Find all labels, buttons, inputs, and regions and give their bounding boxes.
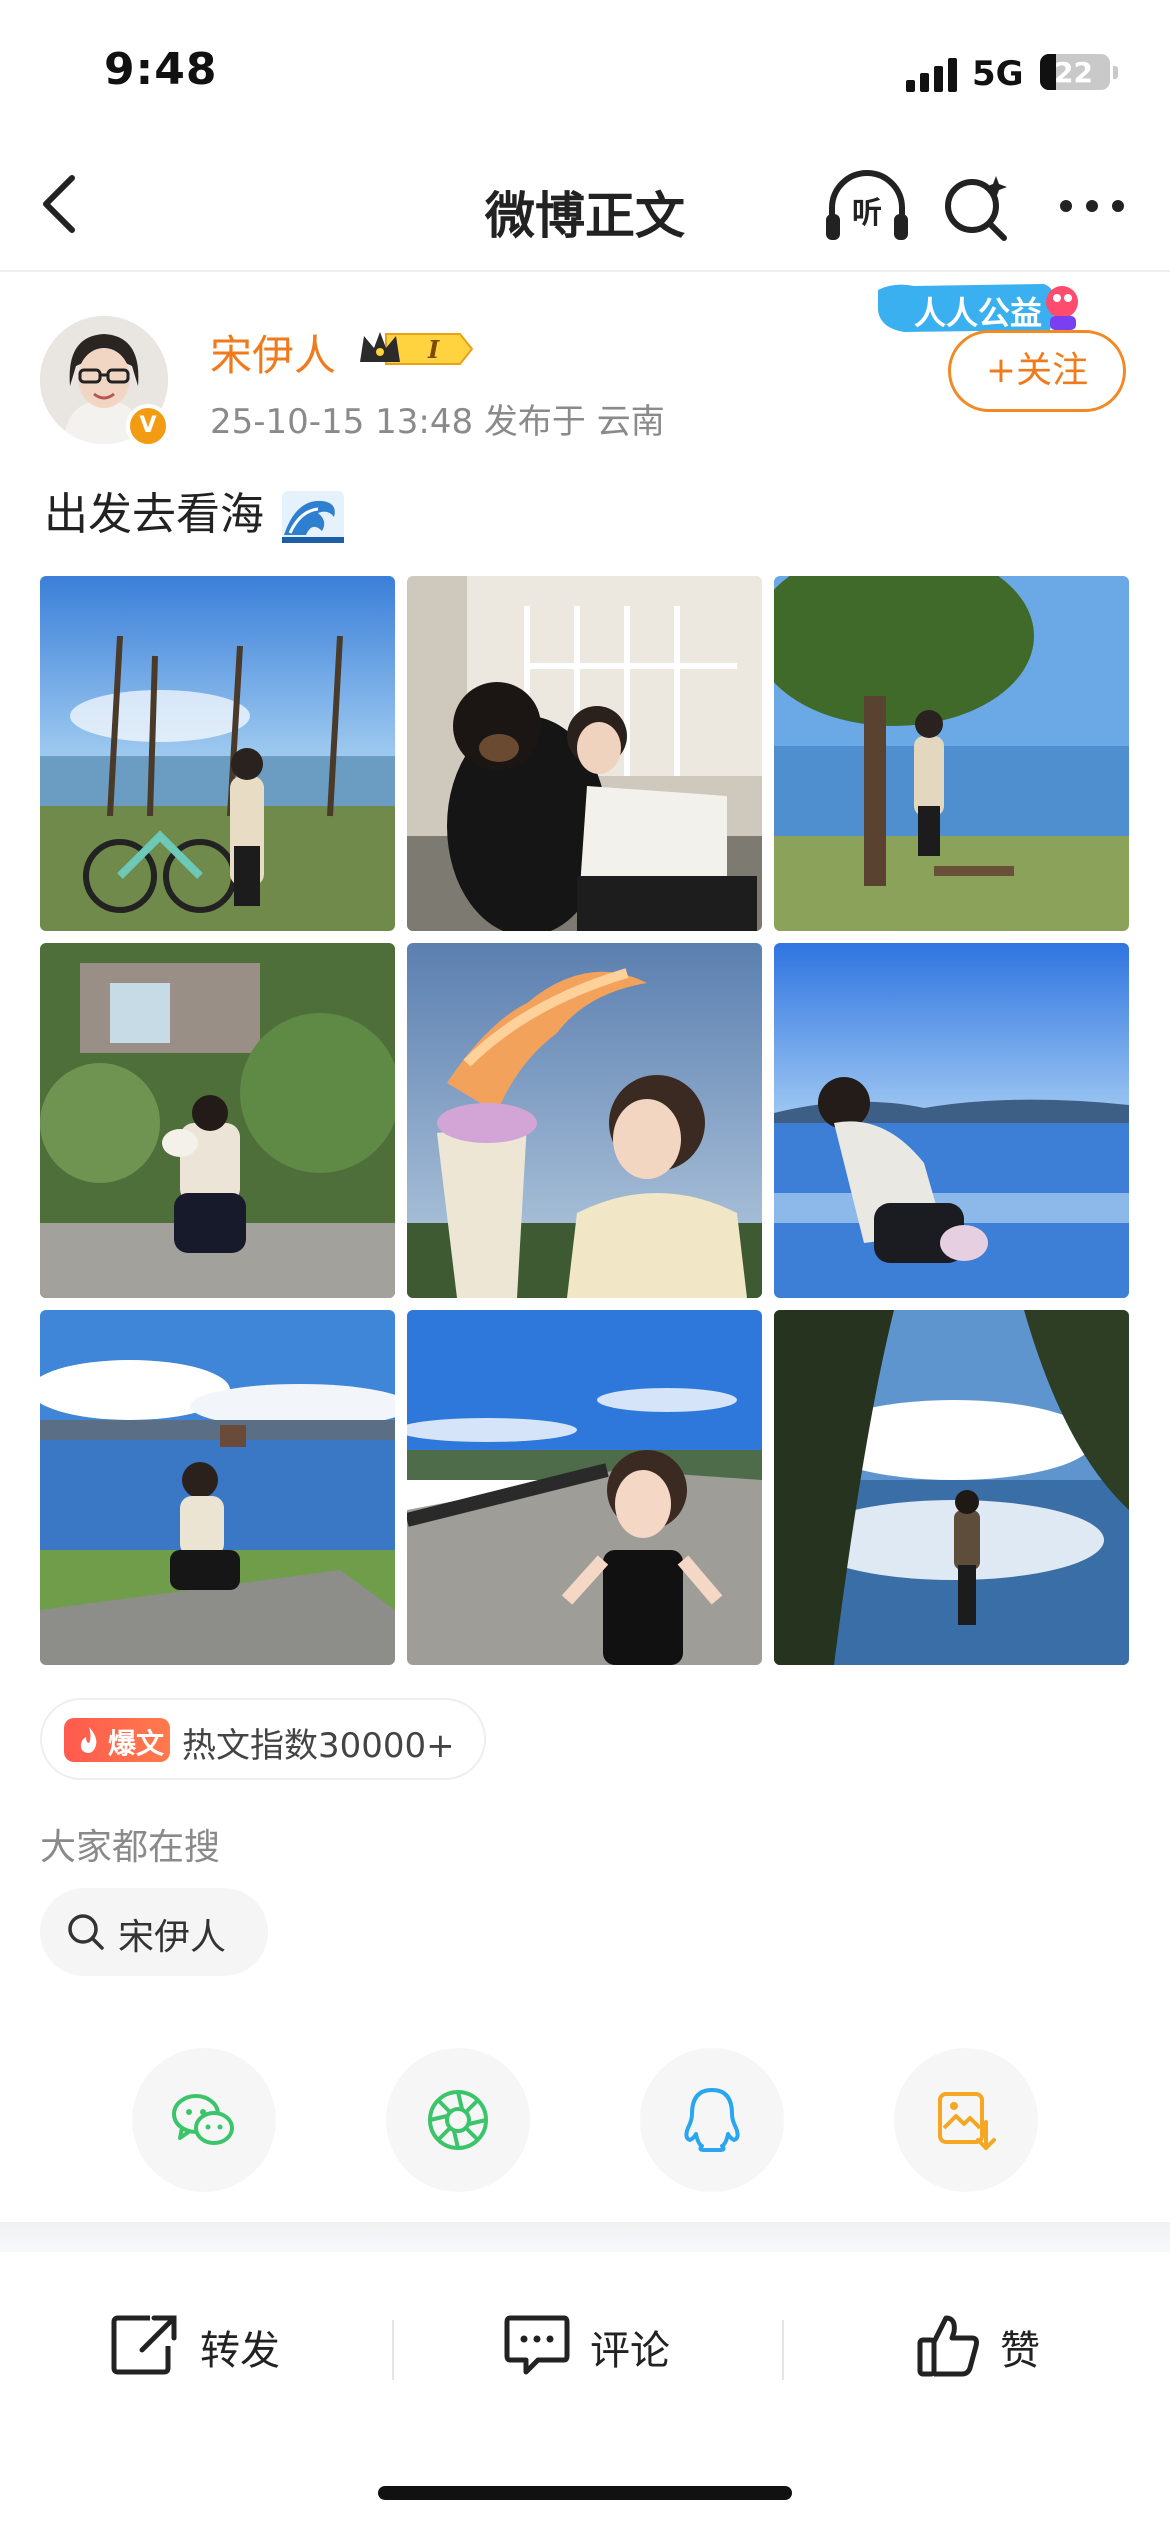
save-image-button[interactable]	[894, 2048, 1038, 2192]
wave-emoji-icon	[282, 491, 344, 543]
battery-icon: 22	[1040, 54, 1110, 90]
status-time: 9:48	[104, 44, 218, 95]
network-type: 5G	[972, 54, 1024, 94]
photo-grid	[40, 576, 1130, 1665]
hot-index-text: 热文指数30000+	[182, 1726, 455, 1766]
like-label: 赞	[1000, 2328, 1040, 2374]
signal-icon	[906, 58, 957, 92]
wechat-icon	[172, 2094, 234, 2145]
listen-button[interactable]: 听	[822, 164, 912, 250]
repost-label: 转发	[200, 2328, 280, 2374]
listen-label: 听	[852, 196, 882, 231]
photo-4[interactable]	[40, 943, 395, 1298]
home-indicator	[378, 2486, 792, 2500]
photo-8[interactable]	[407, 1310, 762, 1665]
action-separator	[782, 2320, 784, 2380]
hot-article-badge[interactable]: 爆文 热文指数30000+	[40, 1698, 486, 1780]
page-title: 微博正文	[485, 187, 685, 245]
nav-bar: 微博正文 听	[0, 140, 1170, 272]
photo-9[interactable]	[774, 1310, 1129, 1665]
level-badge-text: I	[427, 335, 440, 364]
photo-7[interactable]	[40, 1310, 395, 1665]
charity-label: 人人公益	[914, 294, 1043, 332]
post-text-content: 出发去看海	[44, 489, 264, 540]
ai-search-icon[interactable]	[940, 170, 1016, 246]
share-moments-button[interactable]	[386, 2048, 530, 2192]
moments-icon	[428, 2090, 488, 2150]
section-divider	[0, 2222, 1170, 2252]
repost-button[interactable]: 转发	[110, 2308, 310, 2388]
search-heading: 大家都在搜	[40, 1827, 221, 1868]
status-bar: 9:48 5G 22	[0, 0, 1170, 140]
search-chip-label: 宋伊人	[118, 1917, 227, 1958]
photo-6[interactable]	[774, 943, 1129, 1298]
follow-button[interactable]: +关注	[948, 330, 1126, 412]
photo-5[interactable]	[407, 943, 762, 1298]
back-icon[interactable]	[22, 164, 102, 244]
post-timestamp: 25-10-15 13:48 发布于 云南	[210, 402, 665, 442]
photo-3[interactable]	[774, 576, 1129, 931]
comment-button[interactable]: 评论	[504, 2308, 704, 2388]
qq-icon	[684, 2088, 740, 2152]
thumbs-up-icon	[917, 2315, 979, 2377]
comment-label: 评论	[590, 2328, 670, 2374]
fire-icon	[80, 1727, 97, 1753]
comment-icon	[504, 2315, 570, 2375]
bottom-action-bar: 转发 评论 赞	[0, 2252, 1170, 2452]
share-wechat-button[interactable]	[132, 2048, 276, 2192]
charity-badge[interactable]: 人人公益	[874, 280, 1084, 336]
share-qq-button[interactable]	[640, 2048, 784, 2192]
post-text: 出发去看海	[44, 478, 344, 543]
hot-tag: 爆文	[64, 1718, 170, 1762]
username[interactable]: 宋伊人	[210, 322, 336, 383]
more-dots-icon[interactable]	[1054, 168, 1130, 244]
like-button[interactable]: 赞	[916, 2308, 1066, 2388]
hot-tag-label: 爆文	[108, 1727, 165, 1760]
action-separator	[392, 2320, 394, 2380]
verified-badge-icon: V	[126, 404, 170, 448]
photo-1[interactable]	[40, 576, 395, 931]
photo-2[interactable]	[407, 576, 762, 931]
save-image-icon	[938, 2092, 996, 2150]
crown-level-badge-icon: I	[360, 332, 474, 365]
battery-level: 22	[1054, 56, 1093, 89]
repost-icon	[111, 2315, 177, 2375]
search-chip[interactable]: 宋伊人	[40, 1888, 268, 1976]
search-icon	[68, 1914, 104, 1950]
